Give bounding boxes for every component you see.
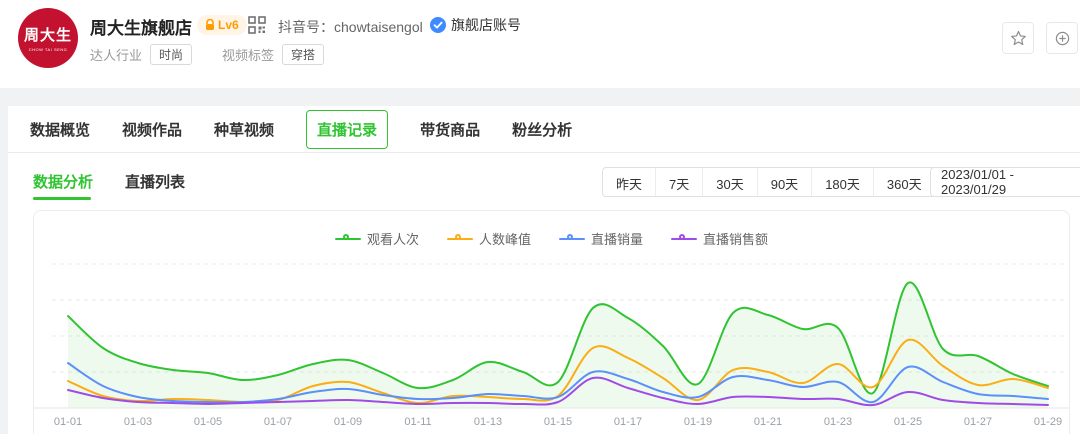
filter-360d[interactable]: 360天 xyxy=(873,168,935,196)
x-tick-label: 01-03 xyxy=(124,416,152,428)
trend-chart: 01-01 01-03 01-05 01-07 01-09 01-11 01-13 01-15… xyxy=(34,249,1069,434)
page-background-band xyxy=(0,88,1080,106)
legend-item-0[interactable]: 观看人次 xyxy=(335,229,419,248)
subtab-live-list[interactable]: 直播列表 xyxy=(125,171,185,192)
profile-header: 周大生 CHOW TAI SENG 周大生旗舰店 Lv6 抖音号：chowtai… xyxy=(0,0,1080,88)
x-tick-label: 01-13 xyxy=(474,416,502,428)
legend-marker xyxy=(447,234,473,244)
douyin-id-value: chowtaisengol xyxy=(334,19,423,35)
x-tick-label: 01-09 xyxy=(334,416,362,428)
x-tick-label: 01-17 xyxy=(614,416,642,428)
tab-bar: 数据概览 视频作品 种草视频 直播记录 带货商品 粉丝分析 xyxy=(8,106,1080,153)
filter-30d[interactable]: 30天 xyxy=(702,168,756,196)
chart-legend: 观看人次 人数峰值 直播销量 直播销售额 xyxy=(34,229,1069,248)
account-badge-label: 旗舰店账号 xyxy=(451,15,521,35)
x-tick-label: 01-01 xyxy=(54,416,82,428)
douyin-id-label: 抖音号： xyxy=(278,19,334,35)
x-tick-label: 01-11 xyxy=(404,416,431,428)
x-tick-label: 01-05 xyxy=(194,416,222,428)
tab-seeding-videos[interactable]: 种草视频 xyxy=(214,119,274,140)
logo-subtext: CHOW TAI SENG xyxy=(29,47,68,52)
x-tick-label: 01-19 xyxy=(684,416,712,428)
x-tick-label: 01-21 xyxy=(754,416,782,428)
x-tick-label: 01-27 xyxy=(964,416,992,428)
x-tick-label: 01-15 xyxy=(544,416,572,428)
follow-button[interactable] xyxy=(1046,22,1078,54)
follow-icon xyxy=(1054,30,1071,47)
filter-90d[interactable]: 90天 xyxy=(757,168,811,196)
legend-marker xyxy=(559,234,585,244)
subtab-data-analysis[interactable]: 数据分析 xyxy=(33,171,93,192)
active-subtab-underline xyxy=(33,197,91,200)
star-icon xyxy=(1010,30,1027,47)
qr-code-icon[interactable] xyxy=(248,16,266,34)
legend-marker xyxy=(335,234,361,244)
filter-7d[interactable]: 7天 xyxy=(655,168,702,196)
date-range-picker[interactable]: 2023/01/01 - 2023/01/29 xyxy=(930,167,1080,197)
live-analysis-chart-card: 观看人次 人数峰值 直播销量 直播销售额 01-0101-0301-0501-0… xyxy=(33,210,1070,434)
logo-text: 周大生 xyxy=(24,24,72,45)
store-name: 周大生旗舰店 xyxy=(90,14,192,39)
legend-item-3[interactable]: 直播销售额 xyxy=(671,229,768,248)
sub-toolbar: 数据分析 直播列表 昨天 7天 30天 90天 180天 360天 2023/0… xyxy=(8,153,1080,210)
legend-item-1[interactable]: 人数峰值 xyxy=(447,229,531,248)
filter-180d[interactable]: 180天 xyxy=(811,168,873,196)
legend-item-2[interactable]: 直播销量 xyxy=(559,229,643,248)
page-background-left xyxy=(0,106,8,434)
x-tick-label: 01-23 xyxy=(824,416,852,428)
date-range-value: 2023/01/01 - 2023/01/29 xyxy=(941,167,1073,197)
tab-products[interactable]: 带货商品 xyxy=(420,119,480,140)
legend-marker xyxy=(671,234,697,244)
tab-live-records[interactable]: 直播记录 xyxy=(306,110,388,149)
time-filter-group: 昨天 7天 30天 90天 180天 360天 xyxy=(602,167,936,197)
x-tick-label: 01-25 xyxy=(894,416,922,428)
level-badge-label: Lv6 xyxy=(218,18,239,32)
store-logo: 周大生 CHOW TAI SENG xyxy=(18,8,78,68)
level-badge: Lv6 xyxy=(197,15,247,35)
favorite-button[interactable] xyxy=(1002,22,1034,54)
video-tag: 穿搭 xyxy=(282,44,324,65)
legend-label: 直播销量 xyxy=(591,229,643,248)
douyin-id: 抖音号：chowtaisengol xyxy=(278,17,423,37)
industry-tag: 时尚 xyxy=(150,44,192,65)
x-tick-label: 01-07 xyxy=(264,416,292,428)
tab-data-overview[interactable]: 数据概览 xyxy=(30,119,90,140)
filter-yesterday[interactable]: 昨天 xyxy=(603,168,655,196)
main-panel: 数据概览 视频作品 种草视频 直播记录 带货商品 粉丝分析 数据分析 直播列表 … xyxy=(8,106,1080,434)
industry-label: 达人行业 xyxy=(90,45,142,64)
video-tag-label: 视频标签 xyxy=(222,45,274,64)
verified-account: 旗舰店账号 xyxy=(430,15,521,35)
legend-label: 直播销售额 xyxy=(703,229,768,248)
legend-label: 人数峰值 xyxy=(479,229,531,248)
legend-label: 观看人次 xyxy=(367,229,419,248)
profile-meta: 达人行业 时尚 视频标签 穿搭 xyxy=(90,44,324,65)
tab-fans-analysis[interactable]: 粉丝分析 xyxy=(512,119,572,140)
x-tick-label: 01-29 xyxy=(1034,416,1062,428)
verified-icon xyxy=(430,17,446,33)
lock-icon xyxy=(205,19,215,31)
tab-video-works[interactable]: 视频作品 xyxy=(122,119,182,140)
